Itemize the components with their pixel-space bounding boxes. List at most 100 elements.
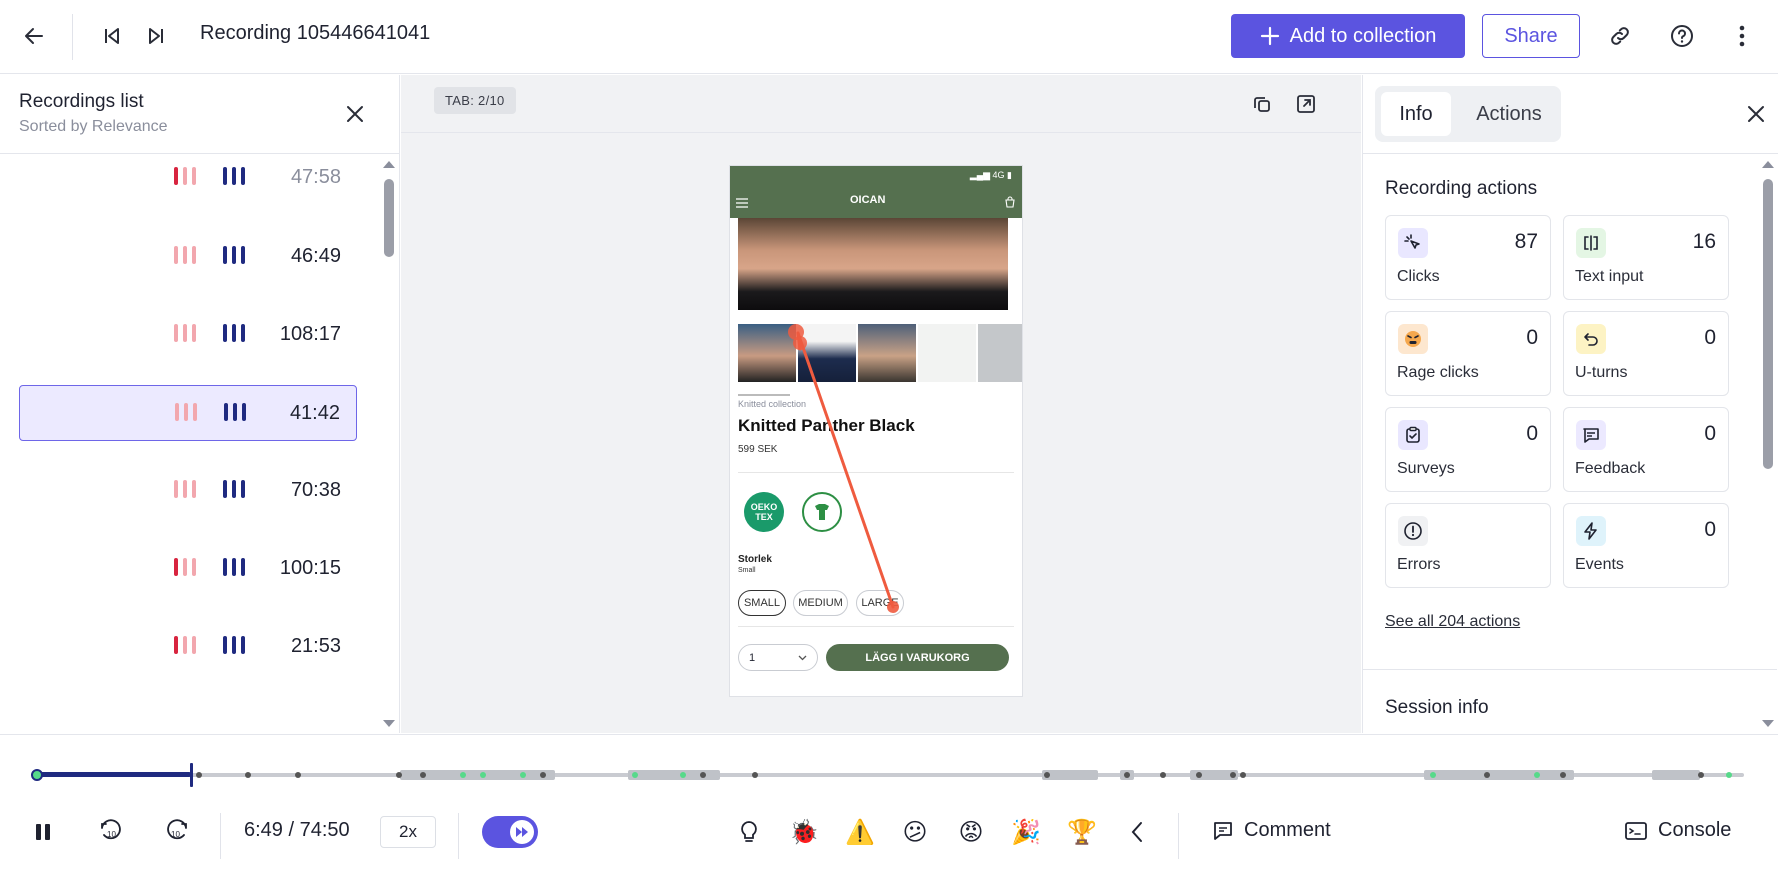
size-option-large[interactable]: LARGE xyxy=(856,590,904,616)
timeline-event-marker[interactable] xyxy=(1484,772,1490,778)
product-thumbnail[interactable] xyxy=(918,324,976,382)
chevron-left-icon[interactable] xyxy=(1120,815,1154,849)
timeline-event-marker[interactable] xyxy=(420,772,426,778)
action-card-surveys[interactable]: 0 Surveys xyxy=(1385,407,1551,492)
back-arrow-icon[interactable] xyxy=(18,20,50,52)
timeline-event-marker[interactable] xyxy=(1196,772,1202,778)
close-info-icon[interactable] xyxy=(1741,99,1771,129)
recording-list-item[interactable]: 41:42 xyxy=(19,385,357,441)
share-button[interactable]: Share xyxy=(1482,14,1580,58)
tab-actions[interactable]: Actions xyxy=(1459,92,1559,136)
timeline-event-marker[interactable] xyxy=(1044,772,1050,778)
more-options-icon[interactable] xyxy=(1728,20,1756,52)
tab-info[interactable]: Info xyxy=(1381,92,1451,136)
console-button[interactable]: Console xyxy=(1624,819,1731,842)
plus-icon xyxy=(1260,26,1279,46)
timeline-event-marker[interactable] xyxy=(1124,772,1130,778)
recording-list-item[interactable]: 21:53 xyxy=(19,619,357,675)
action-label: Errors xyxy=(1397,556,1441,573)
forward-10-icon[interactable]: 10 xyxy=(160,815,194,849)
product-thumbnail[interactable] xyxy=(798,324,856,382)
pause-icon[interactable] xyxy=(26,815,60,849)
lightbulb-icon[interactable] xyxy=(732,815,766,849)
recordings-scrollbar[interactable] xyxy=(382,159,396,729)
timeline-event-marker[interactable] xyxy=(460,772,466,778)
top-bar: Recording 105446641041 Add to collection… xyxy=(0,0,1778,74)
action-label: U-turns xyxy=(1575,364,1628,381)
recording-list-item[interactable]: 46:49 xyxy=(19,229,357,285)
timeline-event-marker[interactable] xyxy=(632,772,638,778)
add-to-cart-button[interactable]: LÄGG I VARUKORG xyxy=(826,644,1009,671)
size-option-small[interactable]: SMALL xyxy=(738,590,786,616)
action-label: Text input xyxy=(1575,268,1644,285)
timeline-event-marker[interactable] xyxy=(680,772,686,778)
quantity-select[interactable]: 1 xyxy=(738,644,818,671)
timeline-event-marker[interactable] xyxy=(1560,772,1566,778)
product-thumbnail[interactable] xyxy=(978,324,1022,382)
angry-face-icon[interactable]: 😡 xyxy=(954,815,988,849)
timeline-event-marker[interactable] xyxy=(540,772,546,778)
timeline-event-marker[interactable] xyxy=(1430,772,1436,778)
open-external-icon[interactable] xyxy=(1291,89,1321,119)
bug-icon[interactable]: 🐞 xyxy=(787,815,821,849)
action-label: Clicks xyxy=(1397,268,1440,285)
info-scrollbar[interactable] xyxy=(1761,159,1775,729)
action-card-rage-clicks[interactable]: 0 Rage clicks xyxy=(1385,311,1551,396)
replay-viewport: TAB: 2/10 ▂▄▆ 4G ▮ OICAN Knitted collect… xyxy=(401,75,1361,733)
timeline-event-marker[interactable] xyxy=(1534,772,1540,778)
rewind-10-icon[interactable]: 10 xyxy=(94,815,128,849)
confused-face-icon[interactable]: 😕 xyxy=(898,815,932,849)
see-all-actions-link[interactable]: See all 204 actions xyxy=(1385,613,1520,631)
recording-list-item[interactable]: 70:38 xyxy=(19,463,357,519)
skip-inactivity-toggle[interactable] xyxy=(482,816,538,848)
action-card-feedback[interactable]: 0 Feedback xyxy=(1563,407,1729,492)
warning-icon[interactable]: ⚠️ xyxy=(843,815,877,849)
close-recordings-icon[interactable] xyxy=(340,99,370,129)
playback-speed-button[interactable]: 2x xyxy=(380,816,436,848)
action-card-errors[interactable]: Errors xyxy=(1385,503,1551,588)
timeline-event-marker[interactable] xyxy=(1240,772,1246,778)
timeline-event-marker[interactable] xyxy=(196,772,202,778)
timeline-activity-segment[interactable] xyxy=(1042,770,1098,780)
party-popper-icon[interactable]: 🎉 xyxy=(1009,815,1043,849)
timeline-event-marker[interactable] xyxy=(1698,772,1704,778)
timeline-event-marker[interactable] xyxy=(480,772,486,778)
recording-list-item[interactable]: 100:15 xyxy=(19,541,357,597)
timeline-event-marker[interactable] xyxy=(700,772,706,778)
timeline-activity-segment[interactable] xyxy=(628,770,720,780)
error-icon xyxy=(1398,516,1428,546)
action-card-u-turns[interactable]: 0 U-turns xyxy=(1563,311,1729,396)
product-thumbnail[interactable] xyxy=(858,324,916,382)
timeline-event-marker[interactable] xyxy=(1160,772,1166,778)
timeline-event-marker[interactable] xyxy=(396,772,402,778)
link-icon[interactable] xyxy=(1604,20,1636,52)
size-option-medium[interactable]: MEDIUM xyxy=(793,590,848,616)
action-card-clicks[interactable]: 87 Clicks xyxy=(1385,215,1551,300)
site-logo: OICAN xyxy=(850,194,886,206)
action-card-events[interactable]: 0 Events xyxy=(1563,503,1729,588)
timeline-activity-segment[interactable] xyxy=(1424,770,1574,780)
timeline-activity-segment[interactable] xyxy=(1652,770,1700,780)
action-card-text-input[interactable]: 16 Text input xyxy=(1563,215,1729,300)
comment-button[interactable]: Comment xyxy=(1212,819,1331,842)
product-thumbnail[interactable] xyxy=(738,324,796,382)
u-turn-icon xyxy=(1576,324,1606,354)
frustration-bars-icon xyxy=(174,246,196,264)
frustration-bars-icon xyxy=(174,636,196,654)
trophy-icon[interactable]: 🏆 xyxy=(1065,815,1099,849)
next-recording-icon[interactable] xyxy=(140,20,172,52)
timeline-event-marker[interactable] xyxy=(520,772,526,778)
timeline-event-marker[interactable] xyxy=(295,772,301,778)
previous-recording-icon[interactable] xyxy=(96,20,128,52)
timeline-event-marker[interactable] xyxy=(752,772,758,778)
help-icon[interactable] xyxy=(1666,20,1698,52)
recording-list-item[interactable]: 47:58 xyxy=(19,150,357,206)
recording-list-item[interactable]: 108:17 xyxy=(19,307,357,363)
timeline-event-marker[interactable] xyxy=(1230,772,1236,778)
timeline-event-marker[interactable] xyxy=(1726,772,1732,778)
copy-icon[interactable] xyxy=(1247,89,1277,119)
add-to-collection-button[interactable]: Add to collection xyxy=(1231,14,1465,58)
playhead[interactable] xyxy=(190,763,194,787)
frustration-bars-icon xyxy=(174,167,196,185)
timeline-event-marker[interactable] xyxy=(245,772,251,778)
